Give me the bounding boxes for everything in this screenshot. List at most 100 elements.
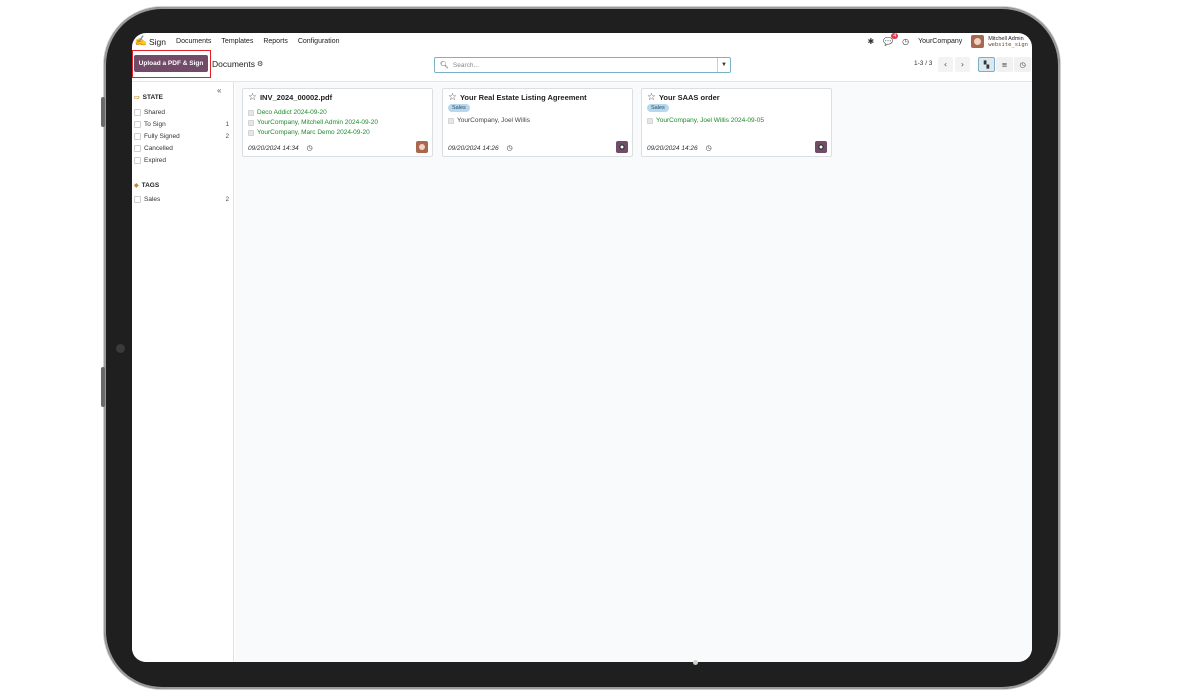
signer-label: YourCompany, Marc Demo 2024-09-20 xyxy=(257,129,370,136)
clock-icon[interactable]: ◷ xyxy=(902,37,909,46)
filter-label: Fully Signed xyxy=(144,133,180,140)
star-icon[interactable]: ☆ xyxy=(647,92,656,103)
signer-row: Deco Addict 2024-09-20 xyxy=(248,108,327,117)
activity-clock-icon[interactable]: ◷ xyxy=(706,144,712,152)
signer-row: YourCompany, Joel Willis xyxy=(448,116,530,125)
search-bar: 🔍︎ ▼ xyxy=(434,57,731,73)
top-navbar: ✍ Sign Documents Templates Reports Confi… xyxy=(132,33,1032,50)
filter-checkbox[interactable] xyxy=(134,145,141,152)
filter-count: 1 xyxy=(225,121,229,128)
signer-row: YourCompany, Joel Willis 2024-09-05 xyxy=(647,116,764,125)
database-name: website_sign xyxy=(988,41,1028,48)
check-icon xyxy=(248,109,254,116)
camera-icon xyxy=(116,344,125,353)
card-date: 09/20/2024 14:34 ◷ xyxy=(248,144,313,153)
kanban-view-button[interactable]: ▚ xyxy=(978,57,995,72)
messages-badge: 4 xyxy=(891,33,899,39)
filter-label: Expired xyxy=(144,157,167,164)
state-section-title: ▭ STATE xyxy=(134,94,163,101)
tablet-side-button xyxy=(101,97,105,127)
card-title: ☆ Your SAAS order xyxy=(647,92,720,103)
card-title-label: Your SAAS order xyxy=(658,93,720,102)
filter-to-sign[interactable]: To Sign 1 xyxy=(134,119,229,130)
menu-configuration[interactable]: Configuration xyxy=(298,38,340,45)
kanban-card[interactable]: ☆ Your SAAS order Sales YourCompany, Joe… xyxy=(641,88,832,157)
signer-label: YourCompany, Mitchell Admin 2024-09-20 xyxy=(257,119,379,126)
tag-badge: Sales xyxy=(448,104,470,112)
filter-count: 2 xyxy=(225,196,229,203)
filter-label: Shared xyxy=(144,109,165,116)
filter-checkbox[interactable] xyxy=(134,109,141,116)
check-icon xyxy=(647,117,653,124)
card-date-label: 09/20/2024 14:34 xyxy=(248,144,299,152)
signer-label: Deco Addict 2024-09-20 xyxy=(257,109,327,116)
avatar xyxy=(616,141,628,153)
chat-icon[interactable]: 💬 4 xyxy=(883,33,899,46)
signer-row: YourCompany, Marc Demo 2024-09-20 xyxy=(248,128,370,137)
folder-icon: ▭ xyxy=(134,95,140,101)
card-date-label: 09/20/2024 14:26 xyxy=(647,144,698,152)
check-icon xyxy=(248,129,254,136)
activity-clock-icon[interactable]: ◷ xyxy=(507,144,513,152)
menu-documents[interactable]: Documents xyxy=(176,38,211,45)
pager-previous-button[interactable]: ‹ xyxy=(938,57,953,72)
pager-value[interactable]: 1-3 / 3 xyxy=(914,60,932,67)
check-icon xyxy=(248,119,254,126)
star-icon[interactable]: ☆ xyxy=(448,92,457,103)
gear-icon[interactable]: ⚙ xyxy=(257,60,263,68)
filter-checkbox[interactable] xyxy=(134,196,141,203)
card-title-label: INV_2024_00002.pdf xyxy=(259,93,333,102)
filter-checkbox[interactable] xyxy=(134,121,141,128)
filter-cancelled[interactable]: Cancelled xyxy=(134,143,229,154)
kanban-card[interactable]: ☆ INV_2024_00002.pdf Deco Addict 2024-09… xyxy=(242,88,433,157)
card-date: 09/20/2024 14:26 ◷ xyxy=(647,144,712,153)
chevron-down-icon[interactable]: ▼ xyxy=(717,58,730,72)
pager-next-button[interactable]: › xyxy=(955,57,970,72)
star-icon[interactable]: ☆ xyxy=(248,92,257,103)
page-title: Documents xyxy=(212,59,255,69)
tag-badge: Sales xyxy=(647,104,669,112)
activity-clock-icon[interactable]: ◷ xyxy=(307,144,313,152)
filter-shared[interactable]: Shared xyxy=(134,107,229,118)
upload-pdf-sign-button[interactable]: Upload a PDF & Sign xyxy=(134,55,208,72)
search-input[interactable] xyxy=(452,61,717,69)
search-panel: « ▭ STATE Shared To Sign 1 Fully Signed … xyxy=(132,82,234,662)
home-indicator xyxy=(693,660,698,665)
activity-view-button[interactable]: ◷ xyxy=(1014,57,1031,72)
menu-reports[interactable]: Reports xyxy=(263,38,288,45)
card-title: ☆ INV_2024_00002.pdf xyxy=(248,92,332,103)
signer-row: YourCompany, Mitchell Admin 2024-09-20 xyxy=(248,118,378,127)
kanban-view: ☆ INV_2024_00002.pdf Deco Addict 2024-09… xyxy=(235,82,1032,662)
app-name[interactable]: Sign xyxy=(149,37,166,47)
avatar xyxy=(416,141,428,153)
state-title-label: STATE xyxy=(142,94,164,101)
kanban-card[interactable]: ☆ Your Real Estate Listing Agreement Sal… xyxy=(442,88,633,157)
app-screen: ✍ Sign Documents Templates Reports Confi… xyxy=(132,33,1032,662)
card-title-label: Your Real Estate Listing Agreement xyxy=(459,93,587,102)
filter-checkbox[interactable] xyxy=(134,157,141,164)
signer-label: YourCompany, Joel Willis 2024-09-05 xyxy=(656,117,765,124)
breadcrumb: Documents ⚙ xyxy=(212,59,263,69)
bug-icon[interactable]: ✱ xyxy=(867,37,874,46)
tablet-side-button xyxy=(101,367,105,407)
user-name: Mitchell Admin xyxy=(988,35,1024,42)
sign-logo-icon[interactable]: ✍ xyxy=(135,36,147,48)
filter-checkbox[interactable] xyxy=(134,133,141,140)
search-icon: 🔍︎ xyxy=(440,62,449,69)
collapse-icon[interactable]: « xyxy=(217,86,221,95)
filter-fully-signed[interactable]: Fully Signed 2 xyxy=(134,131,229,142)
list-view-button[interactable]: ≡ xyxy=(996,57,1013,72)
user-menu[interactable]: Mitchell Admin website_sign xyxy=(988,36,1028,48)
avatar[interactable] xyxy=(971,35,985,48)
navbar-systray: ✱ 💬 4 ◷ YourCompany Mitchell Admin websit… xyxy=(858,33,1032,50)
company-switcher[interactable]: YourCompany xyxy=(918,38,962,45)
tag-icon: ◆ xyxy=(134,183,139,189)
card-date-label: 09/20/2024 14:26 xyxy=(448,144,499,152)
filter-tag-sales[interactable]: Sales 2 xyxy=(134,194,229,205)
menu-templates[interactable]: Templates xyxy=(221,38,253,45)
filter-label: Sales xyxy=(144,196,161,203)
tags-section-title: ◆ TAGS xyxy=(134,182,159,189)
filter-label: To Sign xyxy=(144,121,166,128)
card-date: 09/20/2024 14:26 ◷ xyxy=(448,144,513,153)
filter-expired[interactable]: Expired xyxy=(134,155,229,166)
